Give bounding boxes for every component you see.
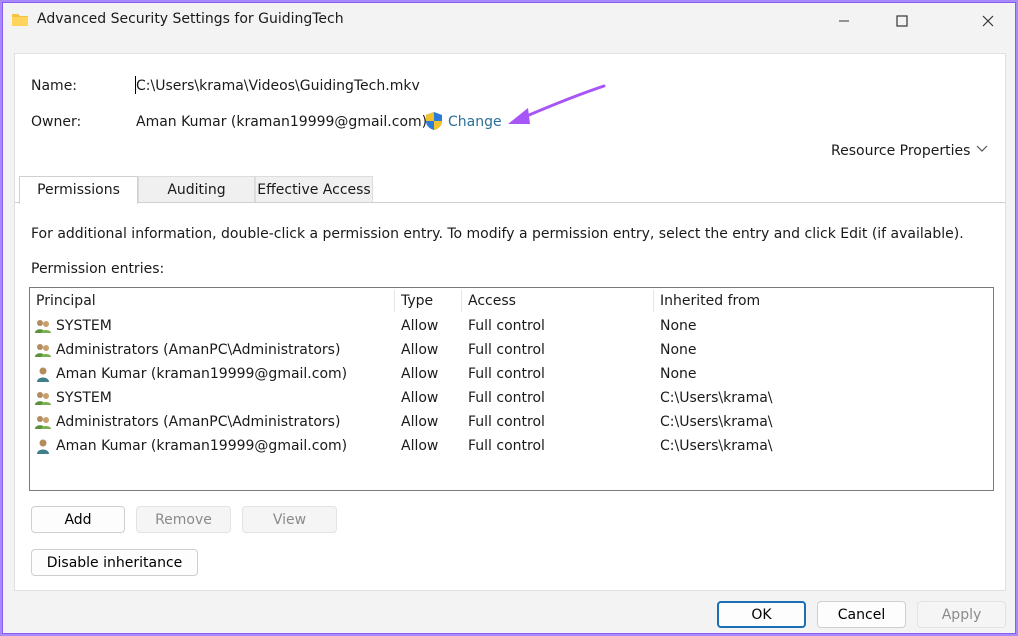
uac-shield-icon: [426, 112, 442, 130]
principal-cell: Administrators (AmanPC\Administrators): [56, 414, 341, 430]
tab-effective-access[interactable]: Effective Access: [255, 176, 373, 203]
name-value[interactable]: C:\Users\krama\Videos\GuidingTech.mkv: [136, 78, 420, 94]
access-cell: Full control: [468, 414, 545, 430]
owner-label: Owner:: [31, 114, 82, 130]
minimize-icon: [839, 20, 849, 22]
inherited-cell: None: [660, 318, 697, 334]
user-icon: [37, 367, 49, 382]
maximize-icon: [896, 15, 908, 27]
type-cell: Allow: [401, 390, 439, 406]
maximize-button[interactable]: [873, 3, 931, 39]
column-separator[interactable]: [394, 290, 395, 312]
principal-cell: Administrators (AmanPC\Administrators): [56, 342, 341, 358]
table-row[interactable]: Aman Kumar (kraman19999@gmail.com) Allow…: [30, 435, 993, 459]
inherited-cell: C:\Users\krama\: [660, 414, 773, 430]
inherited-cell: None: [660, 342, 697, 358]
cancel-button[interactable]: Cancel: [817, 601, 906, 628]
inherited-cell: C:\Users\krama\: [660, 390, 773, 406]
close-icon: [982, 15, 994, 27]
principal-cell: SYSTEM: [56, 318, 112, 334]
change-owner-link[interactable]: Change: [448, 114, 502, 130]
list-header: Principal Type Access Inherited from: [30, 288, 993, 314]
tab-divider: [15, 202, 1005, 203]
add-button[interactable]: Add: [31, 506, 125, 533]
access-cell: Full control: [468, 390, 545, 406]
close-button[interactable]: [959, 3, 1017, 39]
table-row[interactable]: Administrators (AmanPC\Administrators) A…: [30, 411, 993, 435]
column-separator[interactable]: [461, 290, 462, 312]
group-icon: [35, 392, 51, 405]
column-header-inherited-from[interactable]: Inherited from: [660, 293, 760, 309]
type-cell: Allow: [401, 438, 439, 454]
main-panel: Name: C:\Users\krama\Videos\GuidingTech.…: [14, 53, 1006, 591]
access-cell: Full control: [468, 318, 545, 334]
name-label: Name:: [31, 78, 78, 94]
remove-button[interactable]: Remove: [136, 506, 231, 533]
title-bar[interactable]: Advanced Security Settings for GuidingTe…: [3, 3, 1015, 39]
principal-cell: SYSTEM: [56, 390, 112, 406]
minimize-button[interactable]: [815, 3, 873, 39]
access-cell: Full control: [468, 366, 545, 382]
disable-inheritance-button[interactable]: Disable inheritance: [31, 549, 198, 576]
apply-button[interactable]: Apply: [917, 601, 1006, 628]
type-cell: Allow: [401, 318, 439, 334]
group-icon: [35, 344, 51, 357]
principal-cell: Aman Kumar (kraman19999@gmail.com): [56, 438, 348, 454]
table-row[interactable]: Administrators (AmanPC\Administrators) A…: [30, 339, 993, 363]
inherited-cell: None: [660, 366, 697, 382]
table-row[interactable]: Aman Kumar (kraman19999@gmail.com) Allow…: [30, 363, 993, 387]
column-header-access[interactable]: Access: [468, 293, 516, 309]
type-cell: Allow: [401, 414, 439, 430]
access-cell: Full control: [468, 342, 545, 358]
table-row[interactable]: SYSTEM Allow Full control None: [30, 315, 993, 339]
column-header-principal[interactable]: Principal: [36, 293, 96, 309]
chevron-down-icon[interactable]: [975, 142, 989, 156]
ok-button[interactable]: OK: [717, 601, 806, 628]
type-cell: Allow: [401, 342, 439, 358]
table-row[interactable]: SYSTEM Allow Full control C:\Users\krama…: [30, 387, 993, 411]
column-header-type[interactable]: Type: [401, 293, 433, 309]
access-cell: Full control: [468, 438, 545, 454]
permissions-info-text: For additional information, double-click…: [31, 226, 964, 242]
tab-auditing[interactable]: Auditing: [138, 176, 255, 203]
advanced-security-settings-window: Advanced Security Settings for GuidingTe…: [2, 2, 1016, 634]
principal-cell: Aman Kumar (kraman19999@gmail.com): [56, 366, 348, 382]
owner-value: Aman Kumar (kraman19999@gmail.com): [136, 114, 428, 130]
permission-entries-list[interactable]: Principal Type Access Inherited from SYS…: [29, 287, 994, 491]
type-cell: Allow: [401, 366, 439, 382]
group-icon: [35, 416, 51, 429]
view-button[interactable]: View: [242, 506, 337, 533]
tab-permissions[interactable]: Permissions: [19, 176, 138, 204]
column-separator[interactable]: [653, 290, 654, 312]
window-title: Advanced Security Settings for GuidingTe…: [37, 11, 344, 27]
annotation-arrow-icon: [508, 84, 606, 124]
inherited-cell: C:\Users\krama\: [660, 438, 773, 454]
permission-entries-label: Permission entries:: [31, 261, 165, 277]
folder-icon: [12, 14, 28, 26]
group-icon: [35, 320, 51, 333]
user-icon: [37, 439, 49, 454]
resource-properties-toggle[interactable]: Resource Properties: [831, 143, 970, 159]
